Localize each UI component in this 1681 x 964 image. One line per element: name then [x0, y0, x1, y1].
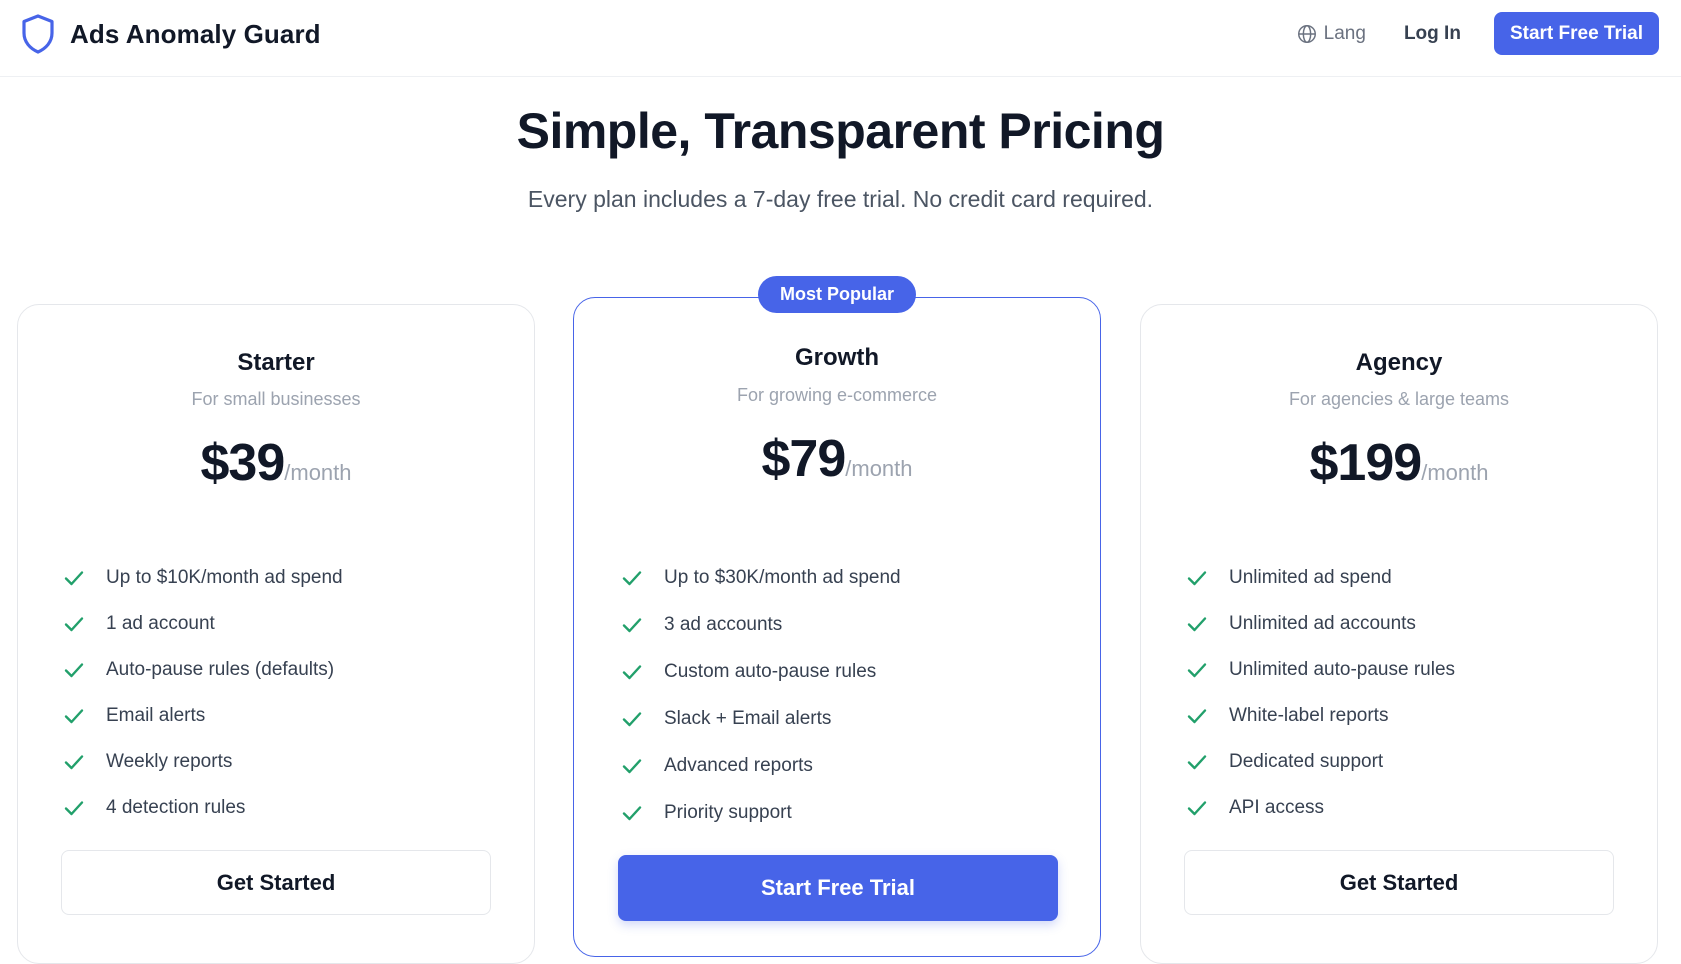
feature-item: Advanced reports	[620, 742, 1080, 789]
nav-actions: Lang Log In Start Free Trial	[1296, 12, 1659, 55]
language-selector[interactable]: Lang	[1296, 23, 1366, 45]
plan-name: Starter	[237, 349, 315, 376]
plan-description: For agencies & large teams	[1288, 389, 1510, 409]
price-amount: $39	[200, 434, 285, 492]
check-icon	[64, 617, 84, 632]
check-icon	[1187, 571, 1207, 586]
shield-icon	[22, 14, 54, 54]
feature-item: Email alerts	[62, 693, 514, 739]
feature-item: Unlimited ad spend	[1185, 555, 1637, 601]
plan-name: Growth	[795, 344, 879, 371]
feature-item: API access	[1185, 785, 1637, 831]
feature-item: 1 ad account	[62, 601, 514, 647]
feature-item: White-label reports	[1185, 693, 1637, 739]
plan-name: Agency	[1355, 349, 1443, 376]
check-icon	[1187, 663, 1207, 678]
check-icon	[64, 755, 84, 770]
check-icon	[1187, 617, 1207, 632]
check-icon	[622, 711, 642, 726]
feature-list: Unlimited ad spend Unlimited ad accounts…	[1185, 555, 1637, 831]
most-popular-badge: Most Popular	[757, 276, 917, 313]
feature-list: Up to $30K/month ad spend 3 ad accounts …	[620, 554, 1080, 836]
get-started-button[interactable]: Get Started	[61, 850, 491, 915]
check-icon	[622, 664, 642, 679]
page-title: Simple, Transparent Pricing	[516, 103, 1165, 159]
price-period: /month	[284, 460, 352, 485]
check-icon	[64, 663, 84, 678]
get-started-button[interactable]: Get Started	[1184, 850, 1614, 915]
plan-description: For small businesses	[191, 389, 361, 409]
check-icon	[1187, 755, 1207, 770]
language-label: Lang	[1323, 22, 1366, 44]
feature-item: 4 detection rules	[62, 785, 514, 831]
page-subtitle: Every plan includes a 7-day free trial. …	[527, 186, 1154, 212]
feature-list: Up to $10K/month ad spend 1 ad account A…	[62, 555, 514, 831]
pricing-card-agency: Agency For agencies & large teams $199/m…	[1140, 304, 1658, 964]
check-icon	[64, 709, 84, 724]
plan-price: $39/month	[18, 433, 534, 493]
feature-item: Unlimited auto-pause rules	[1185, 647, 1637, 693]
feature-item: Dedicated support	[1185, 739, 1637, 785]
price-amount: $199	[1309, 434, 1423, 492]
feature-item: Weekly reports	[62, 739, 514, 785]
check-icon	[64, 801, 84, 816]
feature-item: Custom auto-pause rules	[620, 648, 1080, 695]
check-icon	[1187, 709, 1207, 724]
feature-item: Priority support	[620, 789, 1080, 836]
check-icon	[622, 805, 642, 820]
plan-price: $199/month	[1141, 433, 1657, 493]
price-amount: $79	[761, 430, 846, 488]
feature-item: Auto-pause rules (defaults)	[62, 647, 514, 693]
price-period: /month	[1421, 460, 1489, 485]
feature-item: Slack + Email alerts	[620, 695, 1080, 742]
check-icon	[64, 571, 84, 586]
check-icon	[1187, 801, 1207, 816]
globe-icon	[1297, 24, 1316, 43]
price-period: /month	[845, 456, 913, 481]
top-navbar: Ads Anomaly Guard Lang Log In Start Free…	[0, 0, 1681, 77]
feature-item: Unlimited ad accounts	[1185, 601, 1637, 647]
check-icon	[622, 570, 642, 585]
check-icon	[622, 617, 642, 632]
brand-name: Ads Anomaly Guard	[70, 18, 321, 49]
pricing-card-starter: Starter For small businesses $39/month U…	[17, 304, 535, 964]
feature-item: Up to $30K/month ad spend	[620, 554, 1080, 601]
check-icon	[622, 758, 642, 773]
plan-price: $79/month	[574, 429, 1100, 489]
brand[interactable]: Ads Anomaly Guard	[20, 13, 321, 55]
pricing-card-growth: Most Popular Growth For growing e-commer…	[573, 276, 1101, 957]
start-free-trial-button[interactable]: Start Free Trial	[618, 855, 1058, 921]
plan-description: For growing e-commerce	[736, 385, 938, 405]
feature-item: Up to $10K/month ad spend	[62, 555, 514, 601]
start-free-trial-button[interactable]: Start Free Trial	[1493, 12, 1659, 55]
feature-item: 3 ad accounts	[620, 601, 1080, 648]
login-link[interactable]: Log In	[1404, 23, 1461, 45]
